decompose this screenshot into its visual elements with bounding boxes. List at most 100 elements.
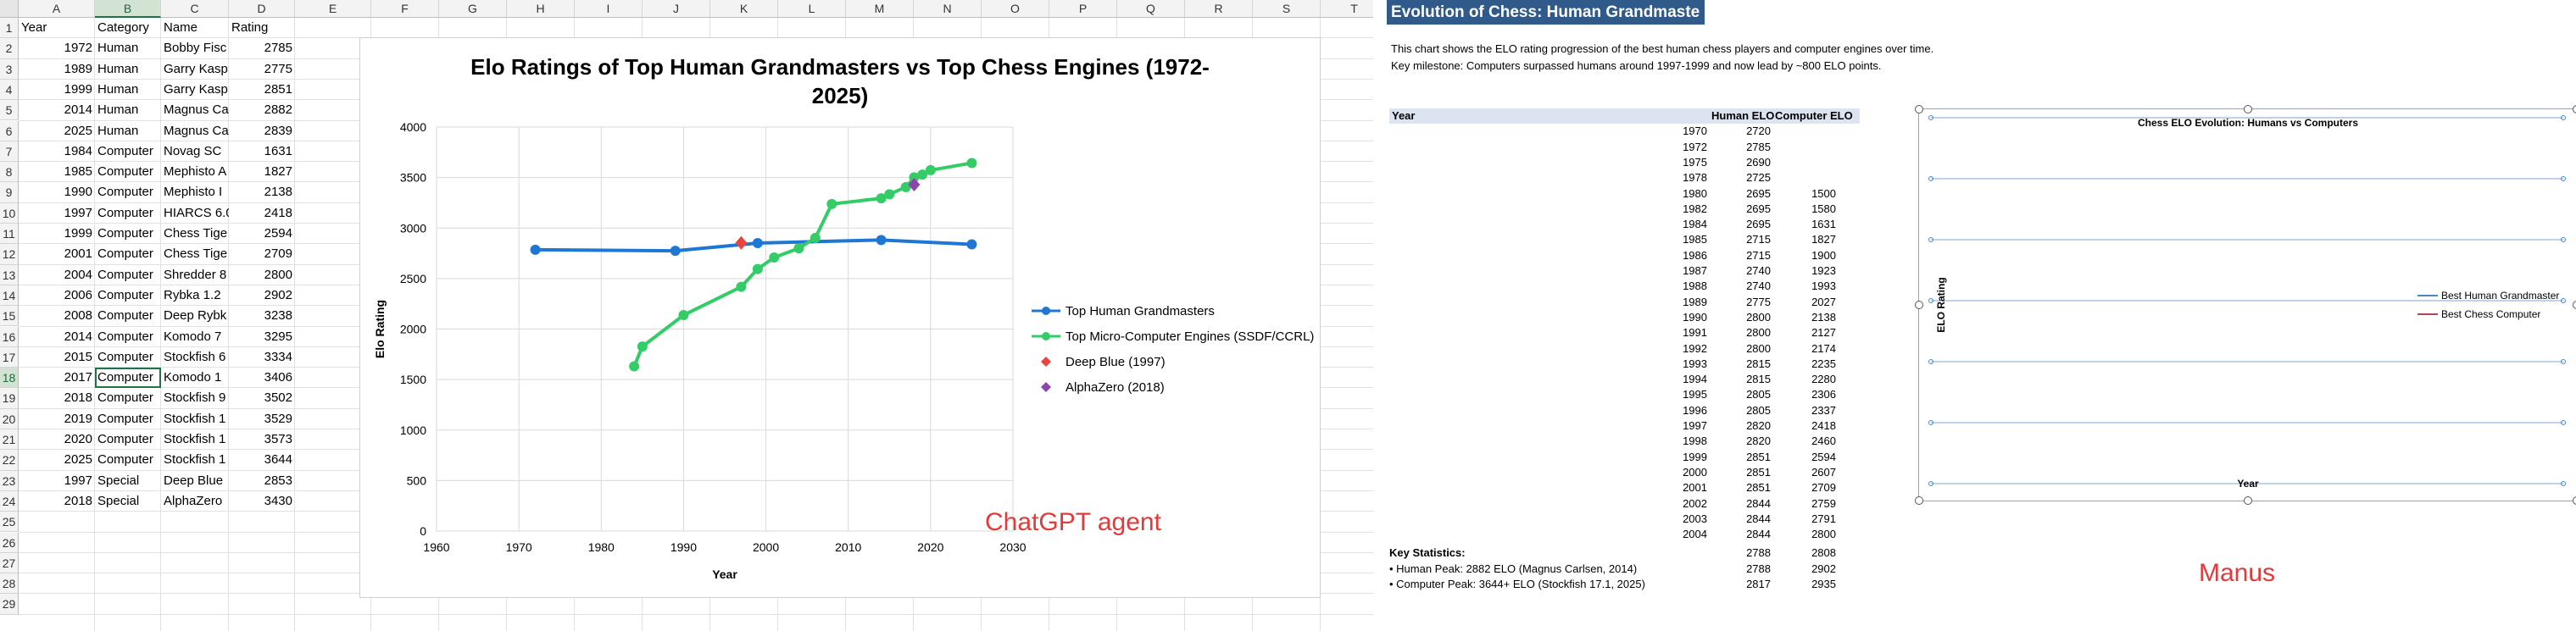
table-cell-year[interactable]: 1995 xyxy=(1389,387,1707,402)
table-cell-human[interactable]: 2695 xyxy=(1711,186,1771,202)
cell-category[interactable]: Computer xyxy=(95,182,161,202)
row-header-5[interactable]: 5 xyxy=(0,100,19,121)
table-cell-computer[interactable]: 2280 xyxy=(1775,372,1836,387)
table-cell-year[interactable]: 2000 xyxy=(1389,465,1707,480)
cell-name[interactable]: Garry Kasp xyxy=(161,80,229,100)
cell-category[interactable]: Computer xyxy=(95,327,161,347)
cell-name[interactable]: Stockfish 1 xyxy=(161,409,229,429)
cell-category[interactable]: Human xyxy=(95,121,161,141)
table-header-computer[interactable]: Computer ELO xyxy=(1775,108,1860,124)
table-cell-computer[interactable]: 1631 xyxy=(1775,217,1836,232)
cell-name[interactable]: Rybka 1.2 xyxy=(161,285,229,306)
row-header-13[interactable]: 13 xyxy=(0,264,19,285)
table-cell-year[interactable]: 1975 xyxy=(1389,155,1707,170)
row-header-17[interactable]: 17 xyxy=(0,346,19,368)
table-cell-human[interactable]: 2720 xyxy=(1711,124,1771,139)
column-header-m[interactable]: M xyxy=(846,0,914,18)
table-cell-computer[interactable]: 2800 xyxy=(1775,527,1836,542)
table-cell-human[interactable]: 2815 xyxy=(1711,372,1771,387)
table-cell-human[interactable]: 2851 xyxy=(1711,465,1771,480)
table-cell-computer[interactable] xyxy=(1775,140,1836,155)
header-cell-rating[interactable]: Rating xyxy=(229,18,295,38)
table-cell-computer[interactable]: 2791 xyxy=(1775,512,1836,527)
row-header-24[interactable]: 24 xyxy=(0,490,19,512)
table-cell-computer[interactable] xyxy=(1775,124,1836,139)
cell-name[interactable]: Mephisto I xyxy=(161,182,229,202)
row-header-22[interactable]: 22 xyxy=(0,450,19,471)
cell-name[interactable]: Novag SC xyxy=(161,141,229,162)
cell-category[interactable]: Computer xyxy=(95,409,161,429)
cell-year[interactable]: 2020 xyxy=(19,429,95,450)
table-cell-year[interactable]: 1997 xyxy=(1389,418,1707,434)
column-header-s[interactable]: S xyxy=(1253,0,1321,18)
table-cell-year[interactable]: 1987 xyxy=(1389,263,1707,279)
row-header-18[interactable]: 18 xyxy=(0,368,19,389)
table-cell-computer[interactable]: 1923 xyxy=(1775,263,1836,279)
cell-year[interactable]: 2018 xyxy=(19,491,95,512)
table-cell-human[interactable]: 2820 xyxy=(1711,418,1771,434)
column-header-a[interactable]: A xyxy=(19,0,95,18)
cell-year[interactable]: 2017 xyxy=(19,368,95,388)
cell-category[interactable]: Computer xyxy=(95,368,161,389)
table-cell-human[interactable]: 2785 xyxy=(1711,140,1771,155)
row-header-28[interactable]: 28 xyxy=(0,573,19,595)
cell-year[interactable]: 1997 xyxy=(19,203,95,224)
resize-handle[interactable] xyxy=(2573,105,2576,113)
table-cell-computer[interactable]: 2306 xyxy=(1775,387,1836,402)
table-cell-human[interactable]: 2690 xyxy=(1711,155,1771,170)
table-cell-year[interactable]: 1993 xyxy=(1389,357,1707,372)
row-header-7[interactable]: 7 xyxy=(0,141,19,163)
row-header-2[interactable]: 2 xyxy=(0,38,19,59)
table-cell-computer[interactable]: 2138 xyxy=(1775,310,1836,325)
column-header-f[interactable]: F xyxy=(371,0,439,18)
cell-name[interactable]: Magnus Ca xyxy=(161,100,229,120)
table-cell-year[interactable]: 1986 xyxy=(1389,248,1707,263)
cell-year[interactable]: 2019 xyxy=(19,409,95,429)
table-cell-computer[interactable]: 2027 xyxy=(1775,295,1836,310)
column-header-q[interactable]: Q xyxy=(1117,0,1185,18)
cell-name[interactable]: Deep Blue xyxy=(161,471,229,491)
table-cell-human[interactable]: 2775 xyxy=(1711,295,1771,310)
table-header-human[interactable]: Human ELO xyxy=(1711,108,1775,124)
elo-chart[interactable]: Elo Ratings of Top Human Grandmasters vs… xyxy=(359,37,1321,598)
cell-rating[interactable]: 2594 xyxy=(229,224,295,244)
table-cell-year[interactable]: 2003 xyxy=(1389,512,1707,527)
cell-name[interactable]: Deep Rybk xyxy=(161,306,229,326)
row-header-8[interactable]: 8 xyxy=(0,162,19,183)
table-cell-human[interactable]: 2851 xyxy=(1711,480,1771,495)
table-cell-human[interactable]: 2695 xyxy=(1711,217,1771,232)
table-cell-human[interactable]: 2715 xyxy=(1711,232,1771,247)
row-header-10[interactable]: 10 xyxy=(0,202,19,224)
cell-name[interactable]: HIARCS 6.0 xyxy=(161,203,229,224)
column-header-n[interactable]: N xyxy=(914,0,982,18)
cell-category[interactable]: Human xyxy=(95,38,161,58)
cell-year[interactable]: 2014 xyxy=(19,100,95,120)
column-header-g[interactable]: G xyxy=(439,0,507,18)
table-cell-year[interactable]: 1972 xyxy=(1389,140,1707,155)
table-cell-computer[interactable]: 2235 xyxy=(1775,357,1836,372)
table-cell-computer[interactable]: 2709 xyxy=(1775,480,1836,495)
row-header-11[interactable]: 11 xyxy=(0,224,19,245)
table-cell-year[interactable]: 1996 xyxy=(1389,403,1707,418)
cell-category[interactable]: Computer xyxy=(95,347,161,368)
table-cell-year[interactable]: 2001 xyxy=(1389,480,1707,495)
cell-rating[interactable]: 2902 xyxy=(229,285,295,306)
row-header-27[interactable]: 27 xyxy=(0,552,19,574)
table-header-year[interactable]: Year xyxy=(1389,108,1714,124)
table-cell-computer[interactable]: 1827 xyxy=(1775,232,1836,247)
column-header-d[interactable]: D xyxy=(229,0,295,18)
table-cell-computer[interactable] xyxy=(1775,170,1836,185)
table-cell-year[interactable]: 1985 xyxy=(1389,232,1707,247)
cell-name[interactable]: Chess Tige xyxy=(161,224,229,244)
column-header-e[interactable]: E xyxy=(295,0,371,18)
resize-handle[interactable] xyxy=(1915,496,1923,505)
table-cell-year[interactable]: 1980 xyxy=(1389,186,1707,202)
cell-rating[interactable]: 3430 xyxy=(229,491,295,512)
cell-year[interactable]: 1984 xyxy=(19,141,95,162)
cell-rating[interactable]: 2418 xyxy=(229,203,295,224)
column-header-t[interactable]: T xyxy=(1321,0,1373,18)
table-cell-year[interactable]: 1989 xyxy=(1389,295,1707,310)
cell-category[interactable]: Computer xyxy=(95,224,161,244)
column-header-h[interactable]: H xyxy=(507,0,575,18)
stat-human[interactable]: 2817 xyxy=(1711,577,1771,592)
